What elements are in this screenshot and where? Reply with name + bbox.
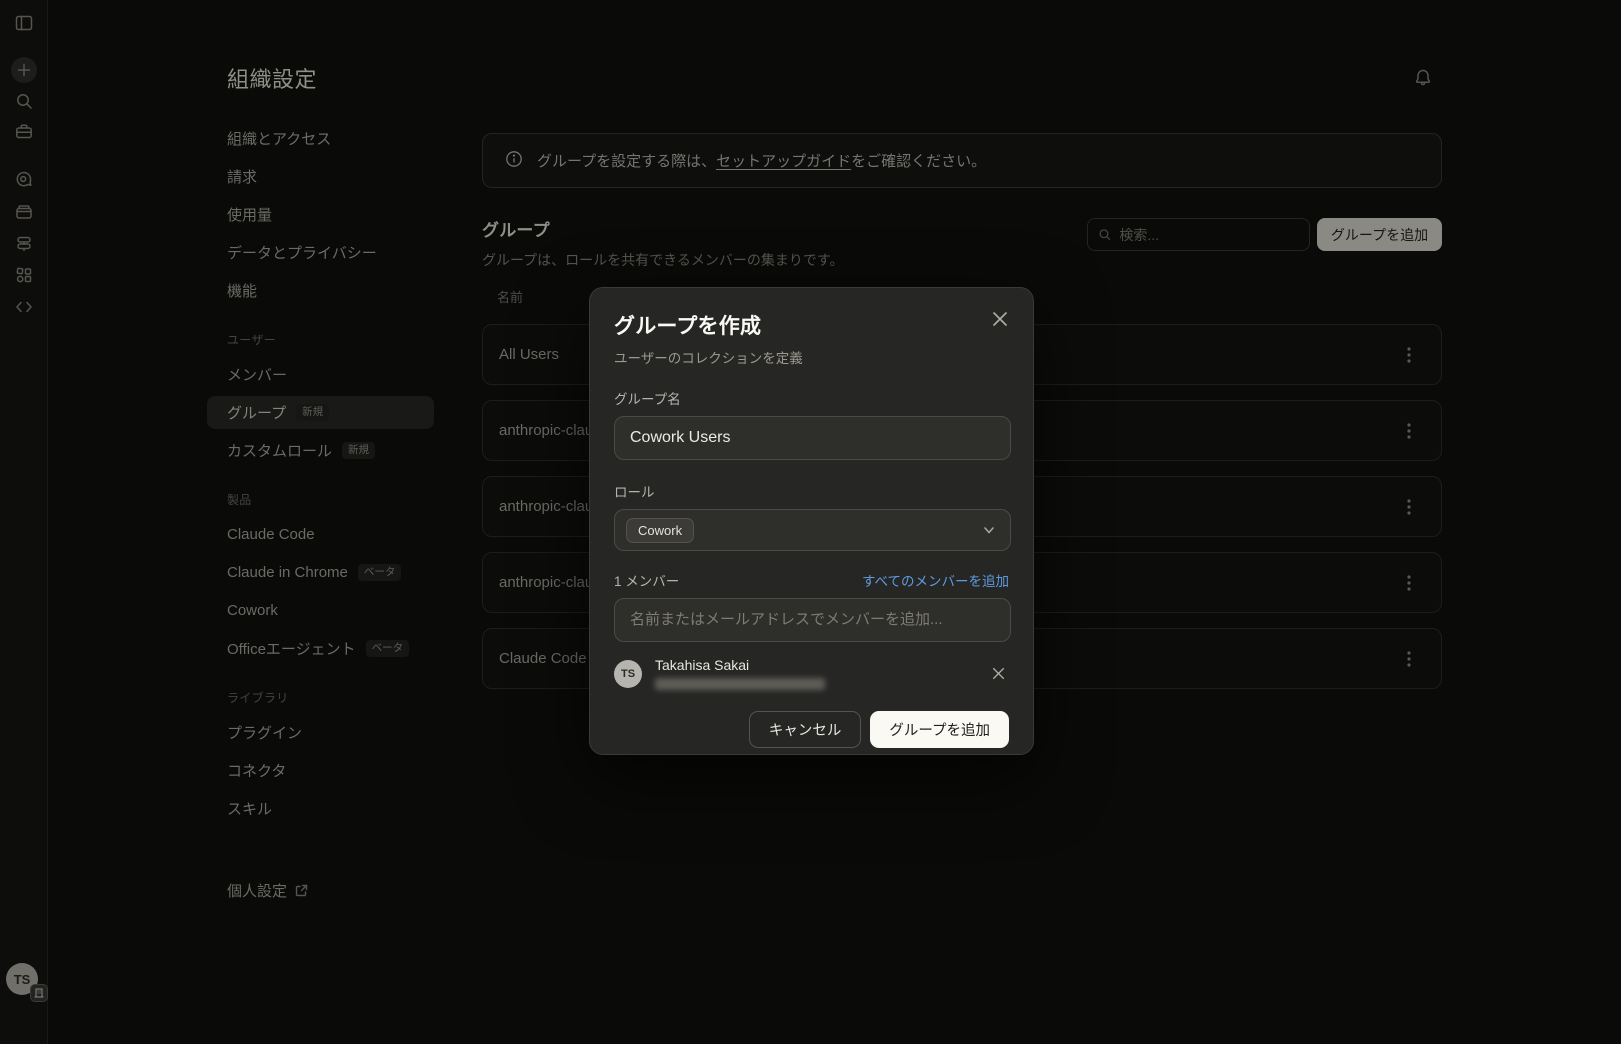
- group-search-input[interactable]: [1119, 227, 1299, 243]
- nav-section-users: ユーザー: [207, 331, 434, 348]
- nav-item-data-privacy[interactable]: データとプライバシー: [207, 236, 434, 269]
- search-icon: [1098, 227, 1111, 242]
- banner-text: グループを設定する際は、セットアップガイドをご確認ください。: [537, 150, 986, 171]
- nav-item-groups[interactable]: グループ 新規: [207, 396, 434, 429]
- sidebar-toggle-icon[interactable]: [11, 10, 37, 36]
- nav-item-org-access[interactable]: 組織とアクセス: [207, 122, 434, 155]
- new-chat-icon[interactable]: [11, 57, 37, 83]
- nav-item-skills[interactable]: スキル: [207, 792, 434, 825]
- nav-item-claude-code[interactable]: Claude Code: [207, 518, 434, 551]
- group-section-subtitle: グループは、ロールを共有できるメンバーの集まりです。: [482, 250, 843, 270]
- row-kebab-menu-icon[interactable]: [1399, 497, 1419, 517]
- nav-item-custom-roles[interactable]: カスタムロール 新規: [207, 434, 434, 467]
- org-badge-building-icon: [30, 984, 48, 1002]
- group-name-label: グループ名: [614, 388, 1009, 408]
- group-section-title: グループ: [482, 216, 843, 241]
- role-chip[interactable]: Cowork: [626, 518, 694, 543]
- new-badge: 新規: [296, 404, 329, 421]
- chat-history-icon[interactable]: [11, 167, 37, 193]
- app-rail: TS: [0, 0, 48, 1044]
- member-avatar: TS: [614, 660, 642, 688]
- nav-section-products: 製品: [207, 491, 434, 508]
- role-select[interactable]: Cowork: [614, 509, 1011, 551]
- settings-sidebar: 組織設定 組織とアクセス 請求 使用量 データとプライバシー 機能 ユーザー メ…: [48, 0, 480, 1044]
- external-link-icon: [295, 884, 308, 897]
- nav-item-connectors[interactable]: コネクタ: [207, 754, 434, 787]
- connectors-flow-icon[interactable]: [11, 230, 37, 256]
- cancel-button[interactable]: キャンセル: [749, 711, 862, 748]
- row-kebab-menu-icon[interactable]: [1399, 345, 1419, 365]
- add-all-members-link[interactable]: すべてのメンバーを追加: [862, 570, 1009, 590]
- row-kebab-menu-icon[interactable]: [1399, 649, 1419, 669]
- role-label: ロール: [614, 481, 1009, 501]
- member-list-item: TS Takahisa Sakai: [614, 657, 1009, 690]
- user-initials: TS: [14, 972, 31, 987]
- members-header-row: 1 メンバー すべてのメンバーを追加: [614, 570, 1009, 590]
- create-group-submit-button[interactable]: グループを追加: [870, 711, 1009, 748]
- page-title: 組織設定: [227, 62, 317, 94]
- nav-item-members[interactable]: メンバー: [207, 358, 434, 391]
- work-briefcase-icon[interactable]: [11, 119, 37, 145]
- setup-guide-link[interactable]: セットアップガイド: [716, 153, 851, 170]
- member-info: Takahisa Sakai: [655, 657, 987, 690]
- row-kebab-menu-icon[interactable]: [1399, 421, 1419, 441]
- row-kebab-menu-icon[interactable]: [1399, 573, 1419, 593]
- member-email-redacted: [655, 678, 825, 690]
- user-avatar[interactable]: TS: [6, 963, 38, 995]
- create-group-modal: グループを作成 ユーザーのコレクションを定義 グループ名 ロール Cowork …: [589, 287, 1034, 755]
- code-icon[interactable]: [11, 294, 37, 320]
- notifications-bell-icon[interactable]: [1409, 64, 1437, 92]
- member-name: Takahisa Sakai: [655, 657, 987, 673]
- table-name-header: 名前: [497, 287, 523, 306]
- personal-settings-link[interactable]: 個人設定: [227, 880, 308, 901]
- info-icon: [505, 150, 523, 172]
- nav-item-office-agent[interactable]: Officeエージェント ベータ: [207, 632, 434, 665]
- modal-subtitle: ユーザーのコレクションを定義: [614, 347, 1009, 367]
- projects-tray-icon[interactable]: [11, 199, 37, 225]
- nav-item-features[interactable]: 機能: [207, 274, 434, 307]
- setup-guide-banner: グループを設定する際は、セットアップガイドをご確認ください。: [482, 133, 1442, 188]
- chevron-down-icon: [982, 523, 996, 537]
- modal-footer: キャンセル グループを追加: [614, 711, 1009, 748]
- nav-item-claude-in-chrome[interactable]: Claude in Chrome ベータ: [207, 556, 434, 589]
- group-search[interactable]: [1087, 218, 1310, 251]
- modal-title: グループを作成: [614, 310, 1009, 340]
- member-search-input[interactable]: [614, 598, 1011, 642]
- nav-item-cowork[interactable]: Cowork: [207, 594, 434, 627]
- remove-member-icon[interactable]: [987, 663, 1009, 685]
- modal-close-icon[interactable]: [989, 308, 1011, 330]
- group-name-input[interactable]: [614, 416, 1011, 460]
- group-section-header: グループ グループは、ロールを共有できるメンバーの集まりです。: [482, 216, 843, 270]
- nav-item-billing[interactable]: 請求: [207, 160, 434, 193]
- settings-nav: 組織とアクセス 請求 使用量 データとプライバシー 機能 ユーザー メンバー グ…: [207, 122, 434, 830]
- beta-badge: ベータ: [358, 564, 402, 581]
- add-group-button[interactable]: グループを追加: [1317, 218, 1442, 251]
- search-icon[interactable]: [11, 88, 37, 114]
- members-count: 1 メンバー: [614, 570, 679, 590]
- blocks-icon[interactable]: [11, 262, 37, 288]
- beta-badge: ベータ: [366, 640, 410, 657]
- nav-item-usage[interactable]: 使用量: [207, 198, 434, 231]
- nav-section-library: ライブラリ: [207, 689, 434, 706]
- new-badge: 新規: [342, 442, 375, 459]
- nav-item-plugins[interactable]: プラグイン: [207, 716, 434, 749]
